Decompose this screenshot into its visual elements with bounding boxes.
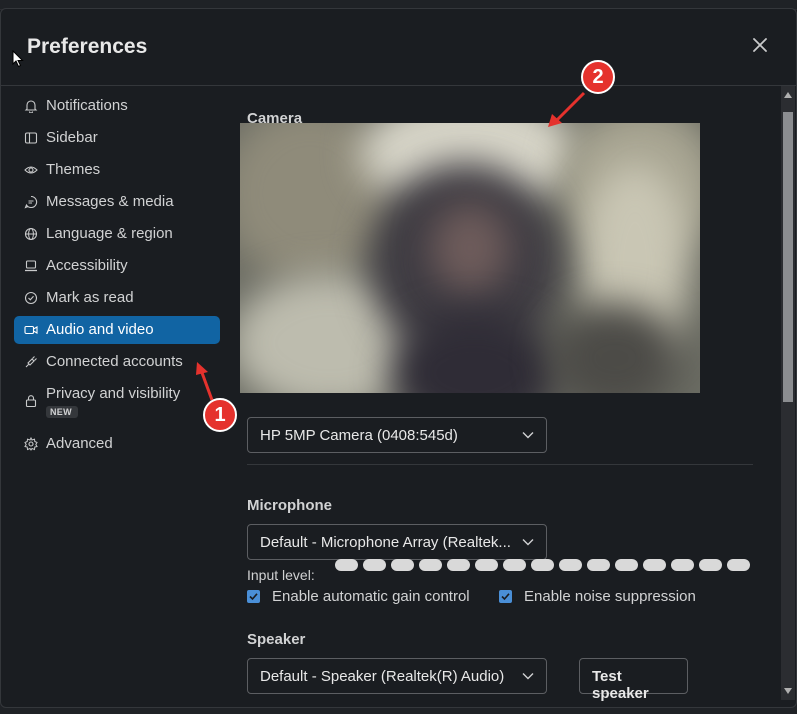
lock-icon: [25, 395, 37, 408]
sidebar-item-notifications[interactable]: Notifications: [14, 92, 220, 120]
sidebar-item-advanced[interactable]: Advanced: [14, 430, 220, 458]
preferences-sidebar: Notifications Sidebar Themes Messages & …: [14, 92, 220, 462]
noise-suppression-checkbox[interactable]: Enable noise suppression: [499, 588, 696, 605]
sidebar-item-sidebar[interactable]: Sidebar: [14, 124, 220, 152]
chevron-down-icon: [522, 673, 534, 680]
sidebar-item-language-region[interactable]: Language & region: [14, 220, 220, 248]
chevron-down-icon: [522, 539, 534, 546]
level-segment: [615, 559, 638, 571]
section-divider: [247, 464, 753, 465]
sidebar-item-mark-as-read[interactable]: Mark as read: [14, 284, 220, 312]
level-segment: [699, 559, 722, 571]
microphone-select[interactable]: Default - Microphone Array (Realtek...: [247, 524, 547, 560]
message-icon: [24, 195, 38, 209]
eye-icon: [24, 166, 38, 174]
video-icon: [24, 325, 38, 335]
plug-icon: [25, 356, 37, 368]
checkbox-checked-icon: [247, 590, 260, 603]
microphone-label: Microphone: [247, 497, 332, 514]
level-segment: [447, 559, 470, 571]
level-segment: [335, 559, 358, 571]
level-segment: [503, 559, 526, 571]
close-icon[interactable]: [752, 37, 768, 53]
sidebar-item-accessibility[interactable]: Accessibility: [14, 252, 220, 280]
sidebar-item-label: Mark as read: [46, 289, 134, 306]
sidebar-item-label: Notifications: [46, 97, 128, 114]
level-segment: [727, 559, 750, 571]
sidebar-item-label: Messages & media: [46, 193, 174, 210]
sidebar-icon: [24, 132, 38, 144]
gear-icon: [24, 437, 38, 451]
speaker-select[interactable]: Default - Speaker (Realtek(R) Audio): [247, 658, 547, 694]
sidebar-item-label: Accessibility: [46, 257, 128, 274]
test-speaker-button[interactable]: Test speaker: [579, 658, 688, 702]
sidebar-item-label: Connected accounts: [46, 353, 183, 370]
new-badge: NEW: [46, 406, 78, 418]
sidebar-item-label: Themes: [46, 161, 101, 178]
sidebar-item-privacy-visibility[interactable]: Privacy and visibility NEW: [14, 380, 220, 426]
level-segment: [475, 559, 498, 571]
chevron-down-icon: [522, 432, 534, 439]
agc-label: Enable automatic gain control: [272, 588, 470, 605]
dialog-title: Preferences: [27, 35, 148, 58]
scroll-down-icon[interactable]: [784, 688, 792, 694]
scroll-up-icon[interactable]: [784, 92, 792, 98]
globe-icon: [24, 227, 38, 241]
sidebar-item-label: Advanced: [46, 435, 113, 452]
level-segment: [559, 559, 582, 571]
sidebar-item-label: Language & region: [46, 225, 173, 242]
level-segment: [419, 559, 442, 571]
level-segment: [531, 559, 554, 571]
camera-preview: [240, 123, 700, 393]
sidebar-item-label: Audio and video: [46, 321, 154, 338]
level-segment: [671, 559, 694, 571]
sidebar-item-audio-video[interactable]: Audio and video: [14, 316, 220, 344]
noise-suppression-label: Enable noise suppression: [524, 588, 696, 605]
sidebar-item-label: Privacy and visibility: [46, 385, 181, 402]
level-segment: [587, 559, 610, 571]
agc-checkbox[interactable]: Enable automatic gain control: [247, 588, 470, 605]
level-segment: [643, 559, 666, 571]
scroll-thumb[interactable]: [783, 112, 793, 402]
input-level-label: Input level:: [247, 567, 315, 583]
sidebar-item-messages-media[interactable]: Messages & media: [14, 188, 220, 216]
level-segment: [391, 559, 414, 571]
checkbox-checked-icon: [499, 590, 512, 603]
microphone-select-value: Default - Microphone Array (Realtek...: [260, 534, 511, 551]
annotation-marker-1: 1: [203, 398, 237, 432]
camera-blur-region: [430, 203, 510, 293]
mouse-cursor-icon: [12, 50, 24, 68]
input-level-meter: [335, 559, 750, 571]
sidebar-item-connected-accounts[interactable]: Connected accounts: [14, 348, 220, 376]
annotation-marker-2: 2: [581, 60, 615, 94]
speaker-label: Speaker: [247, 631, 306, 648]
level-segment: [363, 559, 386, 571]
content-scrollbar[interactable]: [781, 86, 795, 700]
bell-icon: [24, 100, 38, 113]
camera-select[interactable]: HP 5MP Camera (0408:545d): [247, 417, 547, 453]
sidebar-item-themes[interactable]: Themes: [14, 156, 220, 184]
dialog-header: Preferences: [1, 9, 796, 86]
camera-select-value: HP 5MP Camera (0408:545d): [260, 427, 458, 444]
check-circle-icon: [24, 291, 38, 305]
sidebar-item-label: Sidebar: [46, 129, 98, 146]
speaker-select-value: Default - Speaker (Realtek(R) Audio): [260, 668, 505, 685]
laptop-icon: [25, 260, 37, 272]
